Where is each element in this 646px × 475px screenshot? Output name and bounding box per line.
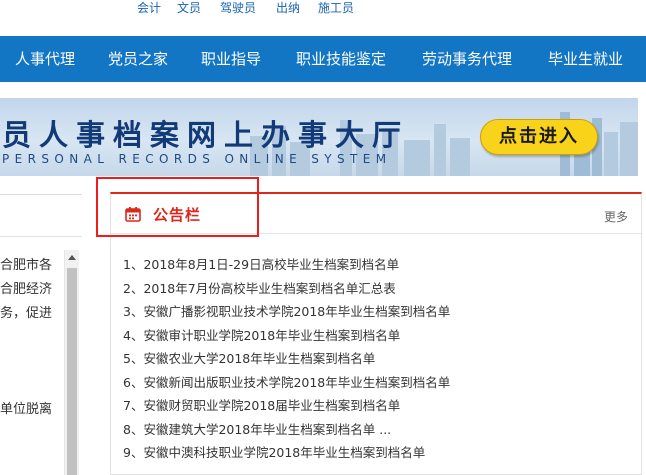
nav-item-skill-appraisal[interactable]: 职业技能鉴定 [296, 36, 386, 82]
left-panel-line: 合肥经济 [0, 282, 53, 297]
notice-link[interactable]: 2、2018年7月份高校毕业生档案到档名单汇总表 [123, 281, 396, 296]
notice-link[interactable]: 9、安徽中澳科技职业学院2018年毕业生档案到档名单 [123, 445, 425, 460]
left-panel-line: 务，促进 [0, 306, 53, 321]
enter-button[interactable]: 点击进入 [480, 119, 598, 155]
nav-item-personnel-agency[interactable]: 人事代理 [15, 36, 75, 82]
banner-subtitle: PERSONAL RECORDS ONLINE SYSTEM [2, 152, 392, 166]
top-link-driver[interactable]: 驾驶员 [220, 0, 256, 16]
notice-link[interactable]: 5、安徽农业大学2018年毕业生档案到档名单 [123, 351, 375, 366]
top-link-construction[interactable]: 施工员 [318, 0, 354, 16]
list-item: 7、安徽财贸职业学院2018届毕业生档案到档名单 [123, 394, 633, 418]
notice-link[interactable]: 6、安徽新闻出版职业技术学院2018年毕业生档案到档名单 [123, 375, 450, 390]
left-panel-line: 合肥市各 [0, 258, 53, 273]
more-link[interactable]: 更多 [604, 208, 628, 225]
notice-link[interactable]: 7、安徽财贸职业学院2018届毕业生档案到档名单 [123, 398, 400, 413]
banner-title: 员人事档案网上办事大厅 [2, 118, 410, 152]
list-item: 3、安徽广播影视职业技术学院2018年毕业生档案到档名单 [123, 300, 633, 324]
notice-list: 1、2018年8月1日-29日高校毕业生档案到档名单 2、2018年7月份高校毕… [123, 253, 633, 465]
notice-link[interactable]: 8、安徽建筑大学2018年毕业生档案到档名单 ... [123, 422, 391, 437]
main-nav: 人事代理 党员之家 职业指导 职业技能鉴定 劳动事务代理 毕业生就业 [0, 36, 646, 82]
list-item: 4、安徽审计职业学院2018年毕业生档案到档名单 [123, 324, 633, 348]
top-job-links: 会计 文员 驾驶员 出纳 施工员 [0, 0, 646, 20]
list-item: 6、安徽新闻出版职业技术学院2018年毕业生档案到档名单 [123, 371, 633, 395]
left-panel-header [0, 195, 82, 237]
list-item: 2、2018年7月份高校毕业生档案到档名单汇总表 [123, 277, 633, 301]
list-item: 8、安徽建筑大学2018年毕业生档案到档名单 ... [123, 418, 633, 442]
scrollbar-thumb[interactable] [67, 268, 77, 475]
top-link-clerk[interactable]: 文员 [177, 0, 201, 16]
left-panel-line: 单位脱离 [0, 402, 53, 417]
nav-item-labor-agency[interactable]: 劳动事务代理 [422, 36, 512, 82]
left-panel-scrollbar[interactable] [64, 250, 79, 475]
nav-item-graduate-employment[interactable]: 毕业生就业 [548, 36, 623, 82]
list-item: 9、安徽中澳科技职业学院2018年毕业生档案到档名单 [123, 441, 633, 465]
scroll-up-arrow-icon[interactable] [68, 255, 76, 260]
nav-item-party-members[interactable]: 党员之家 [108, 36, 168, 82]
notice-link[interactable]: 3、安徽广播影视职业技术学院2018年毕业生档案到档名单 [123, 304, 450, 319]
list-item: 5、安徽农业大学2018年毕业生档案到档名单 [123, 347, 633, 371]
highlight-annotation-box [96, 177, 259, 237]
list-item: 1、2018年8月1日-29日高校毕业生档案到档名单 [123, 253, 633, 277]
notice-link[interactable]: 4、安徽审计职业学院2018年毕业生档案到档名单 [123, 328, 400, 343]
enter-button-label: 点击进入 [499, 126, 579, 147]
top-link-cashier[interactable]: 出纳 [276, 0, 300, 16]
nav-item-career-guidance[interactable]: 职业指导 [201, 36, 261, 82]
top-link-accounting[interactable]: 会计 [137, 0, 161, 16]
notice-link[interactable]: 1、2018年8月1日-29日高校毕业生档案到档名单 [123, 257, 399, 272]
